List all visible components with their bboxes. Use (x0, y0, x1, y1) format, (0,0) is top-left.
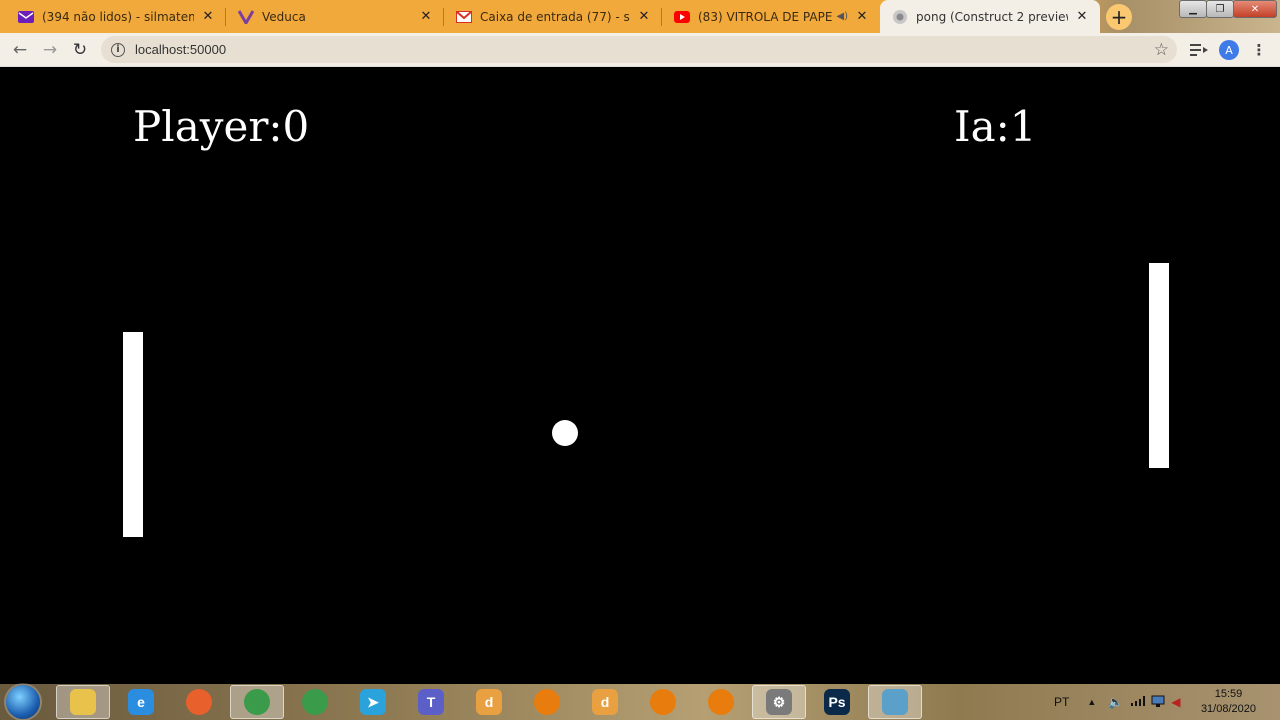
menu-kebab-icon[interactable]: ⋮ (1248, 39, 1270, 61)
tab-close-icon[interactable]: ✕ (200, 9, 216, 24)
reload-icon[interactable]: ↻ (69, 39, 91, 61)
blender-icon (534, 689, 560, 715)
settings-tool-icon: ⚙ (766, 689, 792, 715)
yahoo-mail-icon (18, 9, 34, 25)
youtube-icon (674, 9, 690, 25)
file-explorer-icon (70, 689, 96, 715)
taskbar-button-paint[interactable] (868, 685, 922, 719)
taskbar-button-internet-explorer[interactable]: e (114, 685, 168, 719)
tab-gmail[interactable]: Caixa de entrada (77) - silvana.a ✕ (444, 0, 662, 33)
window-close-button[interactable]: ✕ (1233, 0, 1277, 18)
profile-avatar[interactable]: A (1218, 39, 1240, 61)
ai-score: Ia:1 (954, 102, 1037, 151)
tab-title: Caixa de entrada (77) - silvana.a (480, 9, 630, 24)
taskbar-button-construct-app-icon-2[interactable]: d (578, 685, 632, 719)
taskbar-button-chrome-alt[interactable] (288, 685, 342, 719)
speaker-icon[interactable]: ◀) (836, 11, 848, 22)
player-score: Player:0 (133, 102, 310, 151)
tab-yahoo-mail[interactable]: (394 não lidos) - silmatematica ✕ (6, 0, 226, 33)
tab-pong-active[interactable]: pong (Construct 2 preview) ✕ (880, 0, 1100, 33)
photoshop-icon: Ps (824, 689, 850, 715)
browser-toolbar: ← → ↻ i localhost:50000 ☆ A ⋮ (0, 33, 1280, 67)
network-icon[interactable] (1151, 695, 1165, 710)
taskbar-button-firefox[interactable] (172, 685, 226, 719)
taskbar-button-teams[interactable]: T (404, 685, 458, 719)
game-canvas[interactable]: Player:0 Ia:1 (0, 67, 1280, 684)
firefox-icon (186, 689, 212, 715)
bookmark-star-icon[interactable]: ☆ (1154, 40, 1169, 60)
avatar: A (1219, 40, 1239, 60)
taskbar-button-blender[interactable] (520, 685, 574, 719)
tab-close-icon[interactable]: ✕ (636, 9, 652, 24)
maximize-button[interactable]: ❐ (1206, 0, 1234, 18)
tray-expand-icon[interactable]: ▲ (1087, 697, 1096, 707)
system-tray: PT ▲ 🔈 ◀ (1054, 684, 1180, 720)
construct-app-icon-2: d (592, 689, 618, 715)
window-controls: ▁ ❐ ✕ (1179, 0, 1277, 18)
internet-explorer-icon: e (128, 689, 154, 715)
construct-app-icon: d (476, 689, 502, 715)
blender-icon-3 (708, 689, 734, 715)
signal-icon[interactable] (1131, 695, 1146, 709)
url-text[interactable]: localhost:50000 (135, 42, 226, 57)
address-bar[interactable]: i localhost:50000 ☆ (101, 36, 1177, 63)
chrome-alt-icon (302, 689, 328, 715)
tab-title: Veduca (262, 9, 306, 24)
browser-tab-strip: (394 não lidos) - silmatematica ✕ Veduca… (0, 0, 1280, 33)
system-clock[interactable]: 15:59 31/08/2020 (1201, 687, 1256, 717)
veduca-icon (238, 9, 254, 25)
tab-veduca[interactable]: Veduca ✕ (226, 0, 444, 33)
gmail-icon (456, 9, 472, 25)
back-arrow-icon[interactable]: ← (9, 39, 31, 61)
taskbar-button-telegram[interactable]: ➤ (346, 685, 400, 719)
tab-youtube[interactable]: (83) VITROLA DE PAPELÃO ◀) ✕ (662, 0, 880, 33)
site-info-icon[interactable]: i (111, 42, 125, 57)
language-indicator[interactable]: PT (1054, 695, 1069, 709)
taskbar-button-blender-icon-2[interactable] (636, 685, 690, 719)
new-tab-button[interactable]: + (1106, 4, 1132, 30)
blender-icon-2 (650, 689, 676, 715)
paint-icon (882, 689, 908, 715)
telegram-icon: ➤ (360, 689, 386, 715)
taskbar-button-chrome[interactable] (230, 685, 284, 719)
media-queue-icon[interactable] (1188, 39, 1210, 61)
start-button[interactable] (6, 685, 40, 719)
tab-title: pong (Construct 2 preview) (916, 9, 1068, 24)
player-paddle[interactable] (123, 332, 143, 537)
chrome-icon (244, 689, 270, 715)
minimize-button[interactable]: ▁ (1179, 0, 1207, 18)
taskbar-button-photoshop[interactable]: Ps (810, 685, 864, 719)
tab-close-icon[interactable]: ✕ (418, 9, 434, 24)
clock-date: 31/08/2020 (1200, 703, 1256, 715)
teams-icon: T (418, 689, 444, 715)
ai-paddle (1149, 263, 1169, 468)
volume-icon[interactable]: 🔈 (1108, 695, 1123, 709)
taskbar-button-settings-tool[interactable]: ⚙ (752, 685, 806, 719)
taskbar-button-file-explorer[interactable] (56, 685, 110, 719)
windows-taskbar: e ➤ Td d ⚙ Ps PT ▲ 🔈 ◀ 15:59 31/08/2020 (0, 684, 1280, 720)
forward-arrow-icon[interactable]: → (39, 39, 61, 61)
speaker-muted-icon[interactable]: ◀ (1171, 695, 1180, 709)
tab-title: (83) VITROLA DE PAPELÃO (698, 9, 833, 24)
tab-title: (394 não lidos) - silmatematica (42, 9, 194, 24)
construct-icon (892, 9, 908, 25)
taskbar-button-blender-icon-3[interactable] (694, 685, 748, 719)
ball (552, 420, 578, 446)
clock-time: 15:59 (1214, 688, 1243, 700)
tab-close-icon[interactable]: ✕ (854, 9, 870, 24)
taskbar-button-construct-app[interactable]: d (462, 685, 516, 719)
tab-close-icon[interactable]: ✕ (1074, 9, 1090, 24)
